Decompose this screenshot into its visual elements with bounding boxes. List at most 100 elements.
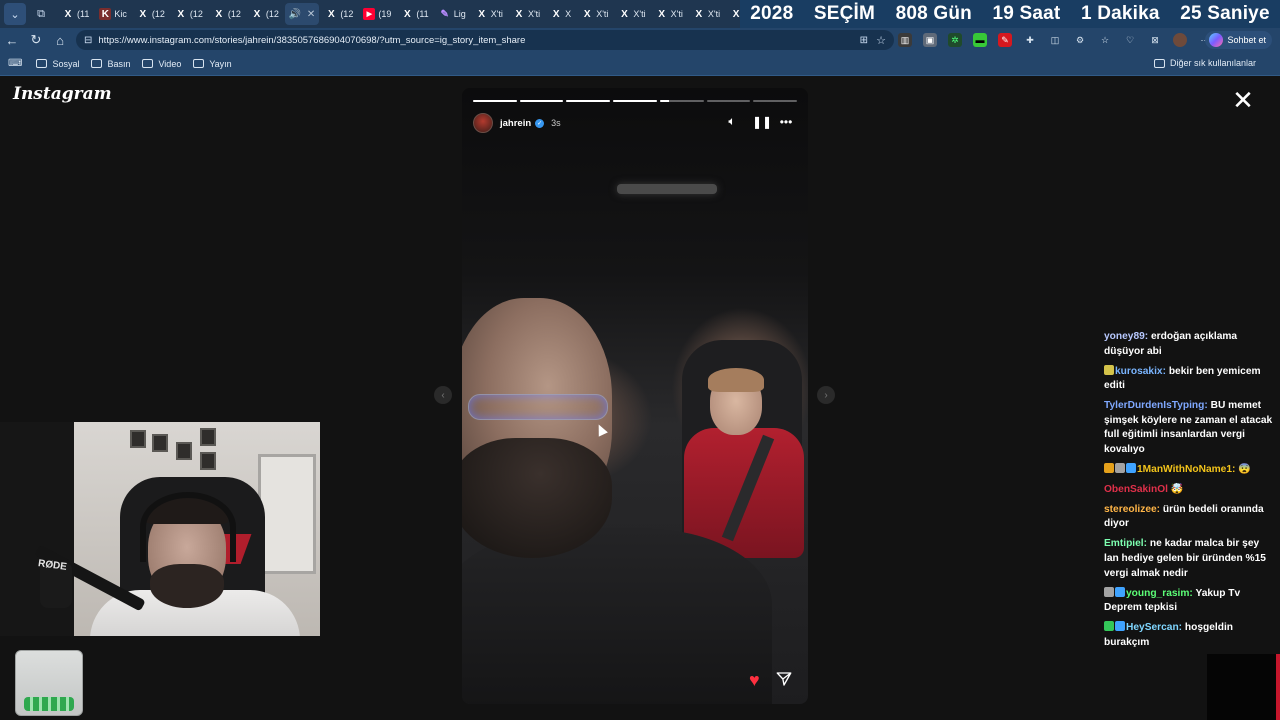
chat-username[interactable]: stereolizee <box>1104 504 1157 515</box>
browser-tab[interactable]: X (12 <box>247 3 283 25</box>
browser-tab[interactable]: X X'ti <box>509 3 544 25</box>
browser-tab[interactable]: X X'ti <box>614 3 649 25</box>
chat-username[interactable]: Emtipiel <box>1104 538 1144 549</box>
folder-icon <box>91 59 103 68</box>
corner-overlay <box>1207 654 1280 720</box>
browser-toolbar: ← ↻ ⌂ ⊟ https://www.instagram.com/storie… <box>0 28 1280 52</box>
browser-essentials-icon[interactable]: ♡ <box>1123 33 1137 47</box>
address-bar[interactable]: ⊟ https://www.instagram.com/stories/jahr… <box>76 30 894 50</box>
story-username[interactable]: jahrein <box>500 118 531 129</box>
send-icon[interactable] <box>775 670 793 688</box>
browser-tab[interactable]: 🔊 ✕ <box>284 3 320 25</box>
copilot-chat-button[interactable]: Sohbet et <box>1205 31 1272 49</box>
tab-actions-menu-button[interactable]: ⌄ <box>4 3 26 25</box>
performance-icon[interactable]: ⚙ <box>1073 33 1087 47</box>
favorites-icon[interactable]: ☆ <box>1098 33 1112 47</box>
chat-username[interactable]: 1ManWithNoName1 <box>1137 464 1232 475</box>
close-story-button[interactable]: ✕ <box>1232 87 1254 113</box>
extension-icon-2[interactable]: ▣ <box>923 33 937 47</box>
tab-label: (12 <box>227 9 241 19</box>
refresh-button[interactable]: ↻ <box>24 28 48 52</box>
next-story-button[interactable]: › <box>817 386 835 404</box>
browser-tab[interactable]: X (11 <box>58 3 93 25</box>
instagram-logo[interactable]: Instagram <box>13 84 112 104</box>
user-avatar[interactable] <box>473 113 493 133</box>
bookmark-folder-video[interactable]: Video <box>142 59 181 69</box>
x-icon: X <box>695 8 703 20</box>
other-favorites-folder[interactable]: Diğer sık kullanılanlar <box>1153 58 1256 68</box>
tab-label: (12 <box>265 9 279 19</box>
extension-icon-4[interactable]: ▬ <box>973 33 987 47</box>
man-glasses <box>468 394 608 420</box>
browser-tab[interactable]: X (12 <box>321 3 357 25</box>
like-heart-icon[interactable]: ♥ <box>749 670 760 691</box>
previous-story-button[interactable]: ‹ <box>434 386 452 404</box>
tab-label: (11 <box>77 9 90 19</box>
profile-avatar[interactable] <box>1173 33 1187 47</box>
story-media[interactable]: jahrein ✓ 3s 🔈︎ ❚❚ ••• ♥ <box>462 88 808 704</box>
more-options-icon[interactable]: ••• <box>779 115 793 129</box>
kick-icon: K <box>99 8 112 20</box>
chat-badge-icon <box>1104 621 1114 632</box>
url-text[interactable]: https://www.instagram.com/stories/jahrei… <box>98 35 525 46</box>
progress-segment <box>566 100 611 102</box>
extension-icon-5[interactable]: ✎ <box>998 33 1012 47</box>
chat-username[interactable]: ObenSakinOl <box>1104 484 1168 495</box>
puzzle-icon[interactable]: ✚ <box>1023 33 1037 47</box>
story-controls: 🔈︎ ❚❚ ••• <box>712 114 793 129</box>
chat-username[interactable]: TylerDurdenIsTyping <box>1104 400 1204 411</box>
progress-fill <box>659 100 669 102</box>
x-icon: X <box>621 8 628 20</box>
wall-photo <box>130 430 146 448</box>
browser-tab[interactable]: X X'ti <box>472 3 507 25</box>
progress-fill <box>473 100 517 102</box>
countdown-days: 808 Gün <box>895 3 972 24</box>
favorite-star-icon[interactable]: ☆ <box>876 34 886 47</box>
progress-segment <box>659 100 704 102</box>
bookmark-folder-basin[interactable]: Basın <box>91 59 130 69</box>
tab-label: Lig <box>453 9 466 19</box>
browser-tab[interactable]: X (12 <box>209 3 245 25</box>
browser-tab[interactable]: X X'ti <box>652 3 687 25</box>
browser-tab[interactable]: ▶ (19 <box>359 3 395 25</box>
volume-icon[interactable]: 🔈︎ <box>725 114 739 129</box>
close-tab-icon[interactable]: ✕ <box>307 9 315 20</box>
chat-badge-icon <box>1126 462 1136 473</box>
bookmark-folder-yayin[interactable]: Yayın <box>193 59 232 69</box>
progress-segment <box>613 100 657 102</box>
car-ceiling-light <box>617 184 717 194</box>
extension-icon-3[interactable]: ✲ <box>948 33 962 47</box>
split-screen-icon[interactable]: ⊞ <box>860 35 868 46</box>
bookmark-folder-sosyal[interactable]: Sosyal <box>36 59 79 69</box>
workspaces-icon[interactable]: ⧉ <box>30 3 52 25</box>
x-icon: X <box>658 8 665 20</box>
chat-badge-icon <box>1104 586 1114 597</box>
collections-icon[interactable]: ⊠ <box>1148 33 1162 47</box>
browser-tab[interactable]: X (12 <box>133 3 169 25</box>
speaker-icon: 🔊 <box>288 8 302 20</box>
browser-tab[interactable]: XX <box>546 3 575 25</box>
split-view-icon[interactable]: ◫ <box>1048 33 1062 47</box>
site-info-icon[interactable]: ⊟ <box>84 35 92 46</box>
browser-tab[interactable]: X (12 <box>171 3 207 25</box>
home-button[interactable]: ⌂ <box>48 28 72 52</box>
browser-tab[interactable]: K Kic <box>95 3 131 25</box>
tab-label: X'ti <box>670 9 683 19</box>
tab-label: (12 <box>340 9 354 19</box>
extension-icon-1[interactable]: ▥ <box>898 33 912 47</box>
chat-username[interactable]: kurosakix <box>1115 366 1163 377</box>
back-button[interactable]: ← <box>0 28 24 52</box>
browser-tab-strip: ⌄ ⧉ X (11 K Kic X (12 X (12 X (12 X (12 🔊 ✕ X (12 ▶ (19 X(… <box>0 0 1280 28</box>
chat-username[interactable]: HeySercan <box>1126 622 1179 633</box>
browser-tab[interactable]: X (11 <box>397 3 432 25</box>
browser-tab[interactable]: X X'ti <box>577 3 612 25</box>
chat-username[interactable]: young_rasim <box>1126 588 1189 599</box>
extensions-row: ▥ ▣ ✲ ▬ ✎ ✚ ◫ ⚙ ☆ ♡ ⊠ ⋯ <box>898 30 1223 50</box>
reading-list-icon[interactable]: ⌨ <box>8 58 22 69</box>
browser-tab[interactable]: X X'ti <box>689 3 724 25</box>
pause-icon[interactable]: ❚❚ <box>752 115 772 129</box>
browser-tab[interactable]: ✎ Lig <box>435 3 470 25</box>
chat-username[interactable]: yoney89 <box>1104 331 1145 342</box>
chat-badge-icon <box>1104 462 1114 473</box>
x-icon: X <box>327 8 335 20</box>
